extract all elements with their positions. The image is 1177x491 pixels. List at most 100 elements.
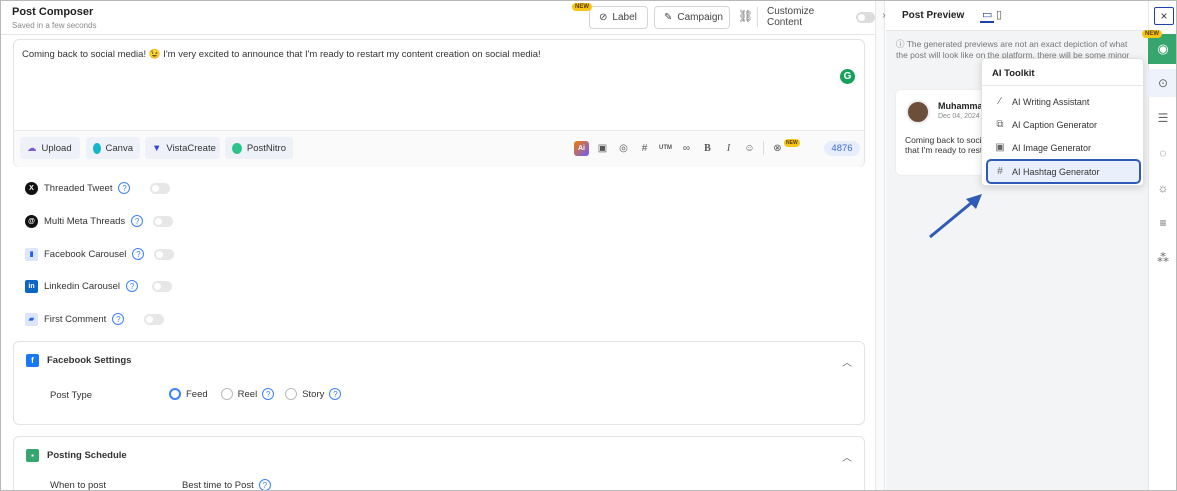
- radio-story[interactable]: [285, 388, 298, 400]
- editor-toolbar: ☁ Upload Canva ▼ VistaCreate PostNitro A…: [14, 130, 864, 167]
- mobile-icon[interactable]: ▯: [996, 8, 1002, 21]
- toolbar-divider: [763, 141, 764, 155]
- save-status: Saved in a few seconds: [12, 21, 97, 30]
- image-ai-icon: ▣: [995, 142, 1005, 153]
- card-date: Dec 04, 2024: [938, 113, 980, 120]
- facebook-carousel-toggle[interactable]: [154, 248, 175, 260]
- rewrite-icon[interactable]: ⊗: [770, 141, 785, 156]
- format-icons: Ai ▣ ◎ # UTM ∞ B I ☺ ⊗ NEW: [574, 137, 807, 159]
- menu-item-label: AI Caption Generator: [1012, 119, 1098, 130]
- preview-note-text: The generated previews are not an exact …: [896, 39, 1130, 60]
- label-button-text: Label: [612, 12, 637, 23]
- option-label: Facebook Carousel: [44, 248, 127, 260]
- help-icon[interactable]: ?: [126, 280, 139, 292]
- chevron-up-icon[interactable]: ︿: [842, 354, 852, 369]
- help-icon[interactable]: ?: [131, 215, 144, 227]
- upload-button[interactable]: ☁ Upload: [20, 137, 80, 159]
- radio-feed-label: Feed: [186, 388, 208, 400]
- linkedin-icon: in: [25, 279, 38, 293]
- linkedin-carousel-toggle[interactable]: [152, 280, 173, 292]
- vistacreate-button[interactable]: ▼ VistaCreate: [145, 137, 220, 159]
- facebook-icon: f: [26, 354, 39, 367]
- chevron-up-icon[interactable]: ︿: [842, 449, 852, 464]
- when-to-post-label: When to post: [50, 480, 106, 491]
- best-time-text: Best time to Post: [182, 479, 254, 491]
- preview-header: Post Preview ▭ ▯: [886, 1, 1148, 31]
- tag-icon: ⊘: [599, 12, 608, 23]
- menu-item-ai-writing-assistant[interactable]: ⁄ AI Writing Assistant: [988, 91, 1139, 112]
- customize-toggle[interactable]: [855, 11, 875, 23]
- menu-item-ai-image-generator[interactable]: ▣ AI Image Generator: [988, 137, 1139, 158]
- close-icon[interactable]: ×: [1154, 7, 1174, 25]
- postnitro-icon: [232, 142, 242, 154]
- chat-icon[interactable]: ◌: [1148, 139, 1176, 167]
- editor-text[interactable]: Coming back to social media! 😉 I'm very …: [22, 49, 541, 60]
- menu-item-ai-hashtag-generator[interactable]: # AI Hashtag Generator: [986, 159, 1141, 184]
- help-icon[interactable]: ?: [112, 313, 125, 325]
- menu-item-label: AI Image Generator: [1012, 142, 1092, 153]
- label-button[interactable]: ⊘ Label: [589, 6, 648, 29]
- threaded-tweet-toggle[interactable]: [150, 182, 171, 194]
- radio-reel[interactable]: [220, 388, 233, 400]
- radio-reel-label: Reel: [237, 388, 258, 400]
- postnitro-button[interactable]: PostNitro: [225, 137, 293, 159]
- option-linkedin-carousel: in Linkedin Carousel ?: [25, 278, 173, 294]
- divider: [982, 85, 1143, 86]
- canva-button[interactable]: Canva: [86, 137, 140, 159]
- menu-item-label: AI Hashtag Generator: [1012, 166, 1100, 177]
- utm-icon[interactable]: UTM: [658, 141, 673, 156]
- post-type-radios: Feed Reel ? Story ?: [169, 388, 342, 400]
- post-editor[interactable]: Coming back to social media! 😉 I'm very …: [13, 39, 865, 167]
- italic-icon[interactable]: I: [721, 141, 736, 156]
- preview-title: Post Preview: [902, 10, 965, 21]
- option-label: Linkedin Carousel: [44, 280, 121, 292]
- pointer-arrow-icon: [929, 194, 982, 239]
- campaign-button[interactable]: ✎ Campaign: [654, 6, 730, 29]
- ai-scan-icon[interactable]: ⊙: [1148, 69, 1176, 97]
- posting-schedule-header[interactable]: ▪ Posting Schedule: [26, 449, 127, 462]
- help-icon[interactable]: ?: [118, 182, 131, 194]
- facebook-settings-header[interactable]: f Facebook Settings: [26, 354, 131, 367]
- help-icon[interactable]: ?: [132, 248, 145, 260]
- link-icon[interactable]: ⛓: [738, 9, 753, 23]
- radio-story-label: Story: [302, 388, 325, 400]
- ai-bot-icon[interactable]: ◉: [1148, 34, 1176, 64]
- page-title: Post Composer: [12, 6, 94, 18]
- link-shortener-icon[interactable]: ∞: [679, 141, 694, 156]
- panel-divider: [875, 1, 885, 490]
- hierarchy-icon[interactable]: ⁂: [1148, 244, 1176, 272]
- first-comment-toggle[interactable]: [144, 313, 165, 325]
- help-icon[interactable]: ?: [329, 388, 342, 400]
- threads-icon: @: [25, 214, 38, 228]
- ai-assist-icon[interactable]: Ai: [574, 140, 589, 156]
- list-icon[interactable]: ≡: [1148, 209, 1176, 237]
- option-first-comment: ▰ First Comment ?: [25, 311, 165, 327]
- option-label: Threaded Tweet: [44, 182, 113, 194]
- emoji-icon[interactable]: ☺: [742, 141, 757, 156]
- section-title: Posting Schedule: [47, 450, 127, 461]
- menu-item-label: AI Writing Assistant: [1012, 96, 1090, 107]
- ai-toolkit-menu: AI Toolkit ⁄ AI Writing Assistant ⧉ AI C…: [981, 58, 1144, 186]
- idea-icon[interactable]: ☼: [1148, 174, 1176, 202]
- radio-feed[interactable]: [169, 388, 181, 400]
- help-icon[interactable]: ?: [262, 388, 275, 400]
- postnitro-label: PostNitro: [246, 142, 286, 154]
- save-icon[interactable]: ▣: [595, 141, 610, 156]
- info-icon: ⓘ: [896, 39, 907, 49]
- hashtag-icon[interactable]: #: [637, 141, 652, 156]
- option-label: Multi Meta Threads: [44, 215, 126, 227]
- campaign-button-text: Campaign: [677, 12, 723, 23]
- vistacreate-icon: ▼: [152, 142, 162, 154]
- help-icon[interactable]: ?: [258, 479, 271, 490]
- label-new-badge: NEW: [572, 3, 592, 11]
- grammarly-icon[interactable]: G: [840, 69, 855, 84]
- multi-meta-threads-toggle[interactable]: [153, 215, 174, 227]
- customize-content[interactable]: Customize Content: [757, 6, 875, 28]
- checklist-icon[interactable]: ☰: [1148, 104, 1176, 132]
- customize-label: Customize Content: [767, 6, 815, 28]
- bold-icon[interactable]: B: [700, 141, 715, 156]
- vistacreate-label: VistaCreate: [166, 142, 216, 154]
- menu-item-ai-caption-generator[interactable]: ⧉ AI Caption Generator: [988, 114, 1139, 135]
- location-icon[interactable]: ◎: [616, 141, 631, 156]
- desktop-icon[interactable]: ▭: [980, 8, 995, 23]
